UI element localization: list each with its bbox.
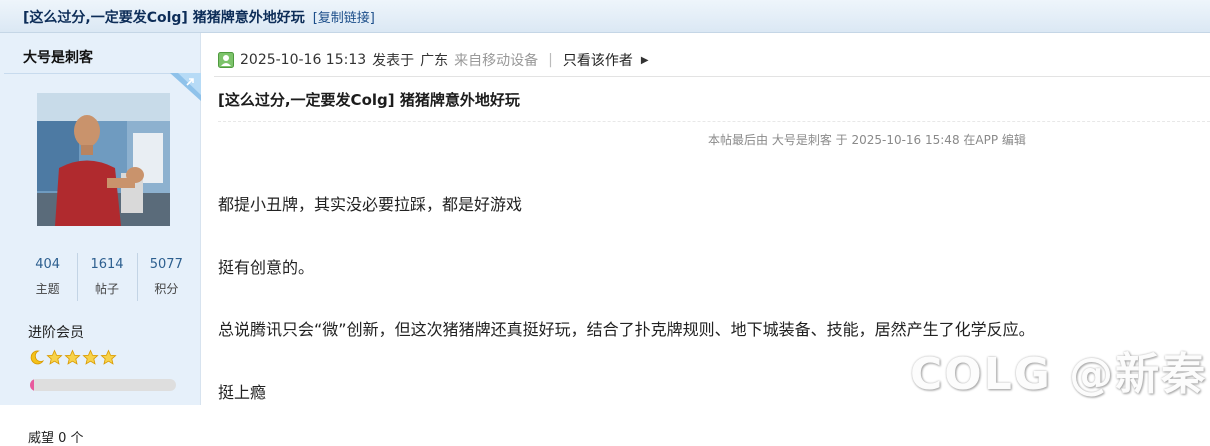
author-sidebar: 大号是刺客 404 主题 1614 帖子 5077 积分 进阶会员 威望 0 个 bbox=[0, 33, 201, 446]
stat-value: 5077 bbox=[149, 257, 183, 272]
user-online-icon bbox=[218, 52, 234, 68]
divider bbox=[214, 76, 1210, 77]
thread-title-text: [这么过分,一定要发Colg] 猪猪牌意外地好玩 bbox=[23, 10, 305, 26]
moon-icon bbox=[30, 350, 45, 364]
post-title: [这么过分,一定要发Colg] 猪猪牌意外地好玩 bbox=[218, 91, 520, 109]
stat-posts[interactable]: 1614 帖子 bbox=[77, 253, 136, 303]
rank-stars bbox=[28, 348, 117, 366]
avatar[interactable] bbox=[37, 93, 170, 226]
post-paragraph: 挺有创意的。 bbox=[218, 258, 315, 277]
stat-points[interactable]: 5077 积分 bbox=[136, 253, 196, 303]
corner-ribbon-icon bbox=[170, 73, 201, 101]
user-rank[interactable]: 进阶会员 bbox=[28, 322, 84, 342]
thread-title-bar: [这么过分,一定要发Colg] 猪猪牌意外地好玩 [复制链接] bbox=[0, 0, 1210, 33]
post-paragraph: 总说腾讯只会“微”创新，但这次猪猪牌还真挺好玩，结合了扑克牌规则、地下城装备、技… bbox=[218, 320, 1035, 339]
edit-note: 本帖最后由 大号是刺客 于 2025-10-16 15:48 在APP 编辑 bbox=[708, 133, 1026, 147]
star-icon bbox=[46, 349, 63, 365]
author-name[interactable]: 大号是刺客 bbox=[23, 47, 93, 67]
post-timestamp: 2025-10-16 15:13 bbox=[240, 52, 367, 68]
level-progress-fill bbox=[30, 379, 35, 391]
copy-link-button[interactable]: [复制链接] bbox=[313, 11, 375, 26]
meta-separator: | bbox=[548, 52, 553, 68]
post-paragraph: 挺上瘾 bbox=[218, 383, 267, 402]
star-icon bbox=[64, 349, 81, 365]
star-icon bbox=[82, 349, 99, 365]
arrow-right-icon: ▶ bbox=[640, 54, 649, 66]
only-author-link[interactable]: 只看该作者 bbox=[563, 50, 633, 70]
post-meta: 2025-10-16 15:13 发表于 广东 来自移动设备 | 只看该作者 ▶ bbox=[218, 50, 649, 70]
level-progress-bar bbox=[30, 379, 176, 391]
stat-label: 积分 bbox=[154, 282, 179, 296]
stat-label: 主题 bbox=[35, 282, 60, 296]
user-extra-info: 威望 0 个 bbox=[28, 431, 84, 446]
site-watermark: COLG @新秦 bbox=[910, 349, 1208, 400]
avatar-photo bbox=[37, 93, 170, 226]
star-icon bbox=[100, 349, 117, 365]
stat-threads[interactable]: 404 主题 bbox=[18, 253, 77, 303]
stat-value: 1614 bbox=[90, 257, 124, 272]
stat-value: 404 bbox=[35, 257, 61, 272]
thread-title: [这么过分,一定要发Colg] 猪猪牌意外地好玩 [复制链接] bbox=[23, 7, 375, 27]
divider bbox=[218, 121, 1210, 122]
post-location: 广东 bbox=[420, 53, 449, 69]
author-stats: 404 主题 1614 帖子 5077 积分 bbox=[18, 253, 196, 303]
post-paragraph: 都提小丑牌，其实没必要拉踩，都是好游戏 bbox=[218, 195, 523, 214]
posted-at-label: 发表于 bbox=[372, 53, 415, 69]
post-device: 来自移动设备 bbox=[454, 53, 539, 69]
stat-label: 帖子 bbox=[94, 282, 119, 296]
